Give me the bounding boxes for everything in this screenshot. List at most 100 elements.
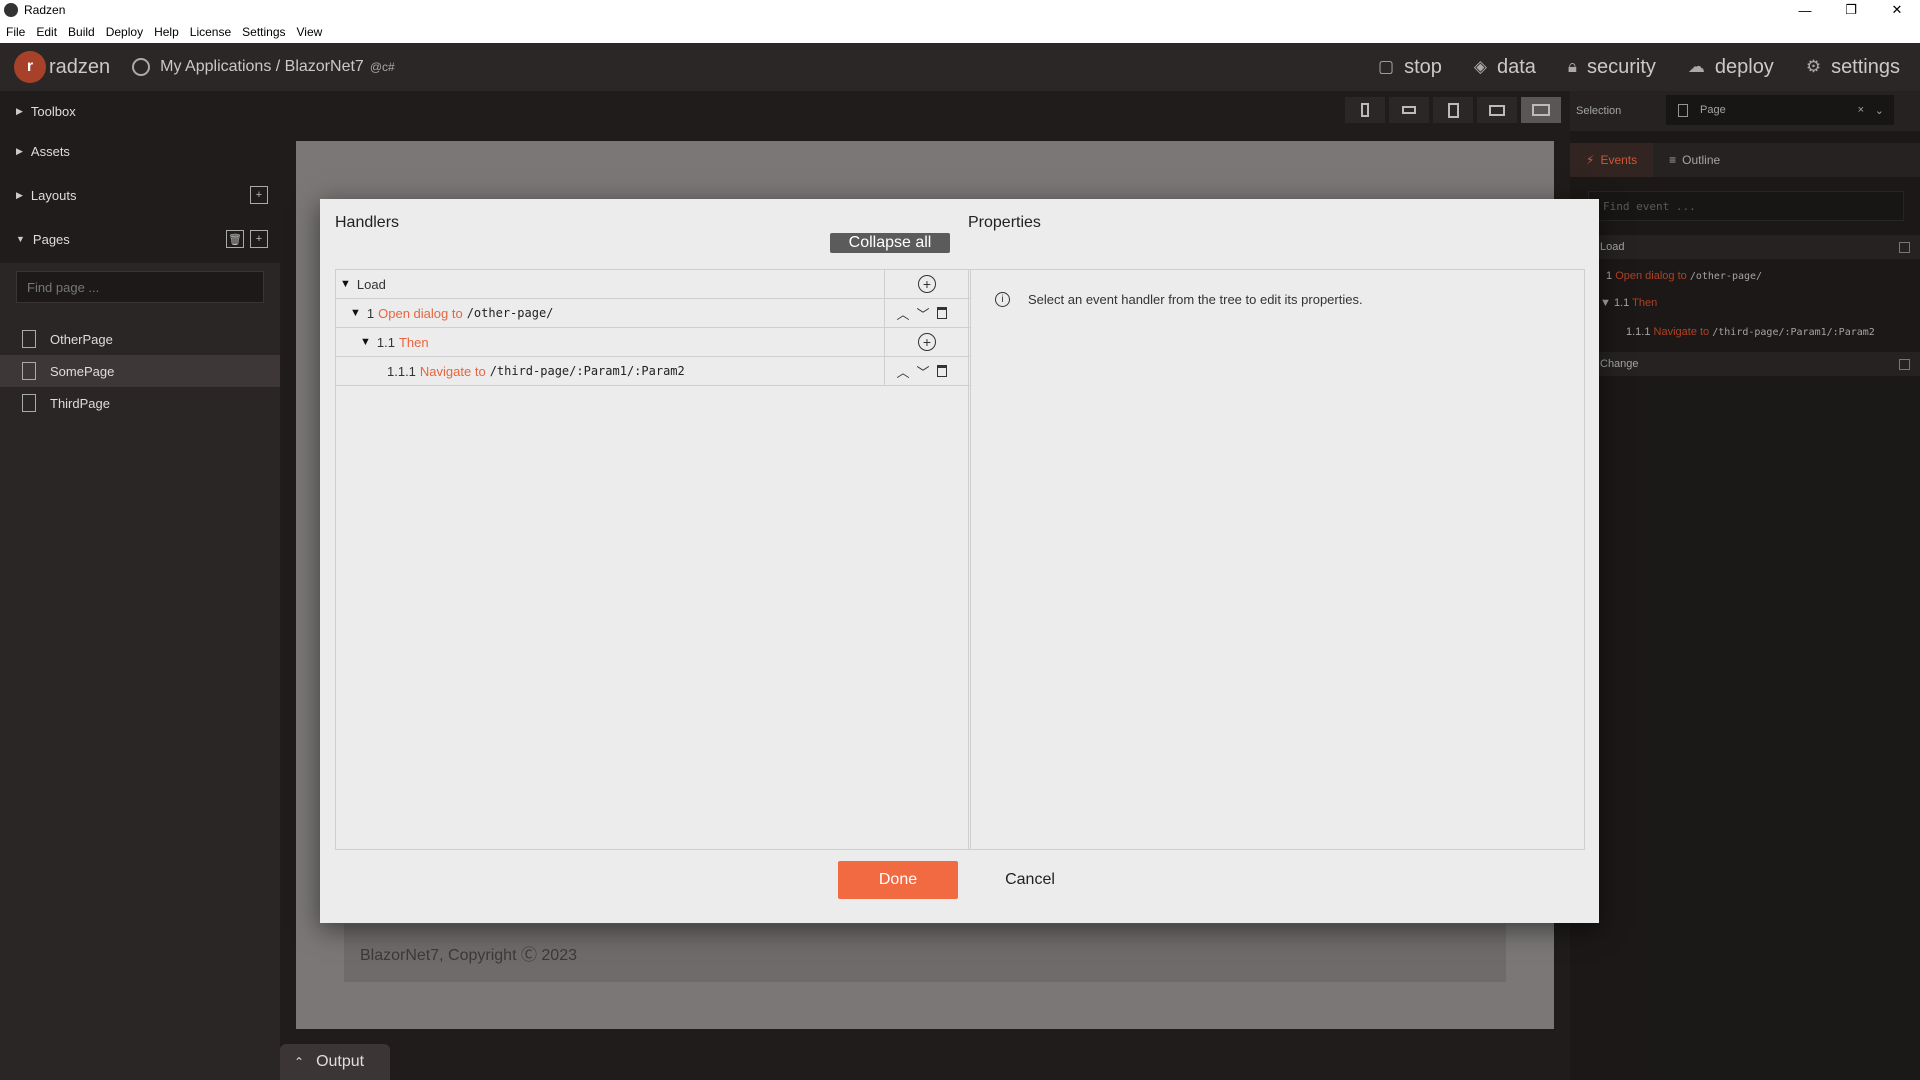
row-target: /other-page/ (466, 306, 554, 320)
layouts-section[interactable]: ▶ Layouts + (0, 175, 280, 215)
stop-icon: ▢ (1378, 57, 1395, 76)
page-item-otherpage[interactable]: OtherPage (0, 323, 280, 355)
page-item-label: ThirdPage (50, 395, 110, 411)
assets-section[interactable]: ▶ Assets (0, 131, 280, 171)
page-icon (22, 362, 36, 380)
add-handler-icon[interactable]: + (918, 275, 936, 293)
minimize-button[interactable]: — (1782, 0, 1828, 20)
find-page-input[interactable]: Find page ... (16, 271, 264, 303)
stop-label: stop (1404, 55, 1442, 78)
lock-icon: 🔒︎ (1567, 57, 1577, 76)
menu-build[interactable]: Build (68, 25, 95, 39)
event-label: Load (356, 276, 386, 292)
menu-edit[interactable]: Edit (36, 25, 57, 39)
tree-row-then[interactable]: ▼ 1.1 Then + (336, 328, 970, 357)
delete-page-icon[interactable]: 🗑︎ (226, 230, 244, 248)
properties-title: Properties (968, 214, 1041, 231)
breadcrumb-path[interactable]: My Applications / BlazorNet7 (160, 58, 364, 76)
move-up-icon[interactable]: ︿ (893, 304, 913, 323)
menu-license[interactable]: License (190, 25, 231, 39)
data-label: data (1496, 55, 1536, 78)
top-nav: ▢ stop ◈ data 🔒︎ security ☁ deploy ⚙ settings (1346, 43, 1900, 91)
output-label: Output (316, 1053, 365, 1070)
page-footer[interactable]: BlazorNet7, Copyright Ⓒ 2023 (344, 924, 1506, 982)
device-desktop-button[interactable] (1521, 97, 1561, 123)
tree-row-open-dialog[interactable]: ▼ 1 Open dialog to /other-page/ ︿ ﹀ (336, 299, 970, 328)
gear-icon: ⚙ (1805, 57, 1822, 76)
pages-section[interactable]: ▼ Pages 🗑︎ + (0, 219, 280, 259)
page-item-label: OtherPage (50, 331, 113, 347)
menu-deploy[interactable]: Deploy (106, 25, 143, 39)
row-action: Open dialog to (378, 305, 463, 321)
applications-home-icon[interactable] (132, 58, 151, 76)
output-tab[interactable]: ⌃ Output (280, 1044, 390, 1080)
row-number: 1 (366, 305, 375, 321)
radzen-logo[interactable]: r radzen (14, 51, 110, 83)
security-button[interactable]: 🔒︎ security (1568, 56, 1656, 79)
delete-icon[interactable] (937, 365, 947, 377)
event-handlers-dialog: Handlers Collapse all Properties ▼ Load … (320, 199, 1599, 923)
device-tablet-button[interactable] (1433, 97, 1473, 123)
caret-right-icon: ▶ (16, 189, 23, 200)
caret-right-icon: ▶ (16, 105, 23, 116)
delete-icon[interactable] (937, 307, 947, 319)
tree-row-navigate[interactable]: 1.1.1 Navigate to /third-page/:Param1/:P… (336, 357, 970, 386)
row-number: 1.1 (376, 334, 395, 350)
close-button[interactable]: ✕ (1874, 0, 1920, 20)
chevron-up-icon: ⌃ (294, 1055, 305, 1069)
settings-button[interactable]: ⚙ settings (1806, 56, 1900, 79)
toolbox-section[interactable]: ▶ Toolbox (0, 91, 280, 131)
cancel-button[interactable]: Cancel (980, 861, 1080, 899)
left-sidebar: ▶ Toolbox ▶ Assets ▶ Layouts + ▼ Pages 🗑… (0, 91, 280, 1080)
move-up-icon[interactable]: ︿ (893, 362, 913, 381)
language-tag: @c# (369, 60, 395, 74)
add-handler-icon[interactable]: + (918, 333, 936, 351)
deploy-button[interactable]: ☁ deploy (1688, 56, 1774, 79)
row-action: Navigate to (419, 363, 486, 379)
handlers-title: Handlers (335, 214, 400, 231)
window-title: Radzen (24, 3, 66, 17)
page-item-label: SomePage (50, 363, 115, 379)
done-button[interactable]: Done (838, 861, 958, 899)
menu-file[interactable]: File (6, 25, 25, 39)
add-layout-icon[interactable]: + (250, 186, 268, 204)
pages-label: Pages (32, 231, 70, 247)
tree-row-load[interactable]: ▼ Load + (336, 270, 970, 299)
radzen-logo-icon: r (14, 51, 46, 83)
caret-right-icon: ▶ (16, 145, 23, 156)
device-preview-buttons (1341, 97, 1561, 123)
properties-message: Select an event handler from the tree to… (1028, 292, 1363, 307)
stop-button[interactable]: ▢ stop (1378, 56, 1442, 79)
move-down-icon[interactable]: ﹀ (913, 362, 933, 381)
collapse-all-button[interactable]: Collapse all (830, 233, 950, 253)
menu-bar: File Edit Build Deploy Help License Sett… (0, 20, 1920, 43)
assets-label: Assets (30, 143, 70, 159)
caret-down-icon[interactable]: ▼ (360, 336, 371, 348)
device-phone-button[interactable] (1345, 97, 1385, 123)
caret-down-icon[interactable]: ▼ (350, 307, 361, 319)
page-icon (22, 394, 36, 412)
restore-button[interactable]: ❐ (1828, 0, 1874, 20)
page-item-thirdpage[interactable]: ThirdPage (0, 387, 280, 419)
settings-label: settings (1831, 55, 1900, 78)
add-page-icon[interactable]: + (250, 230, 268, 248)
data-button[interactable]: ◈ data (1474, 56, 1536, 79)
properties-hint: i Select an event handler from the tree … (995, 292, 1363, 307)
properties-panel: i Select an event handler from the tree … (968, 269, 1585, 850)
menu-help[interactable]: Help (154, 25, 179, 39)
page-item-somepage[interactable]: SomePage (0, 355, 280, 387)
menu-settings[interactable]: Settings (242, 25, 285, 39)
layers-icon: ◈ (1473, 57, 1487, 76)
device-tablet-landscape-button[interactable] (1477, 97, 1517, 123)
row-action: Then (398, 334, 429, 350)
caret-down-icon[interactable]: ▼ (340, 278, 351, 290)
move-down-icon[interactable]: ﹀ (913, 304, 933, 323)
window-titlebar: Radzen — ❐ ✕ (0, 0, 1920, 20)
caret-down-icon: ▼ (16, 234, 25, 244)
device-phone-landscape-button[interactable] (1389, 97, 1429, 123)
cloud-upload-icon: ☁ (1687, 57, 1705, 76)
window-controls: — ❐ ✕ (1782, 0, 1920, 20)
deploy-label: deploy (1714, 55, 1774, 78)
modal-backdrop (1570, 91, 1920, 1080)
menu-view[interactable]: View (297, 25, 323, 39)
